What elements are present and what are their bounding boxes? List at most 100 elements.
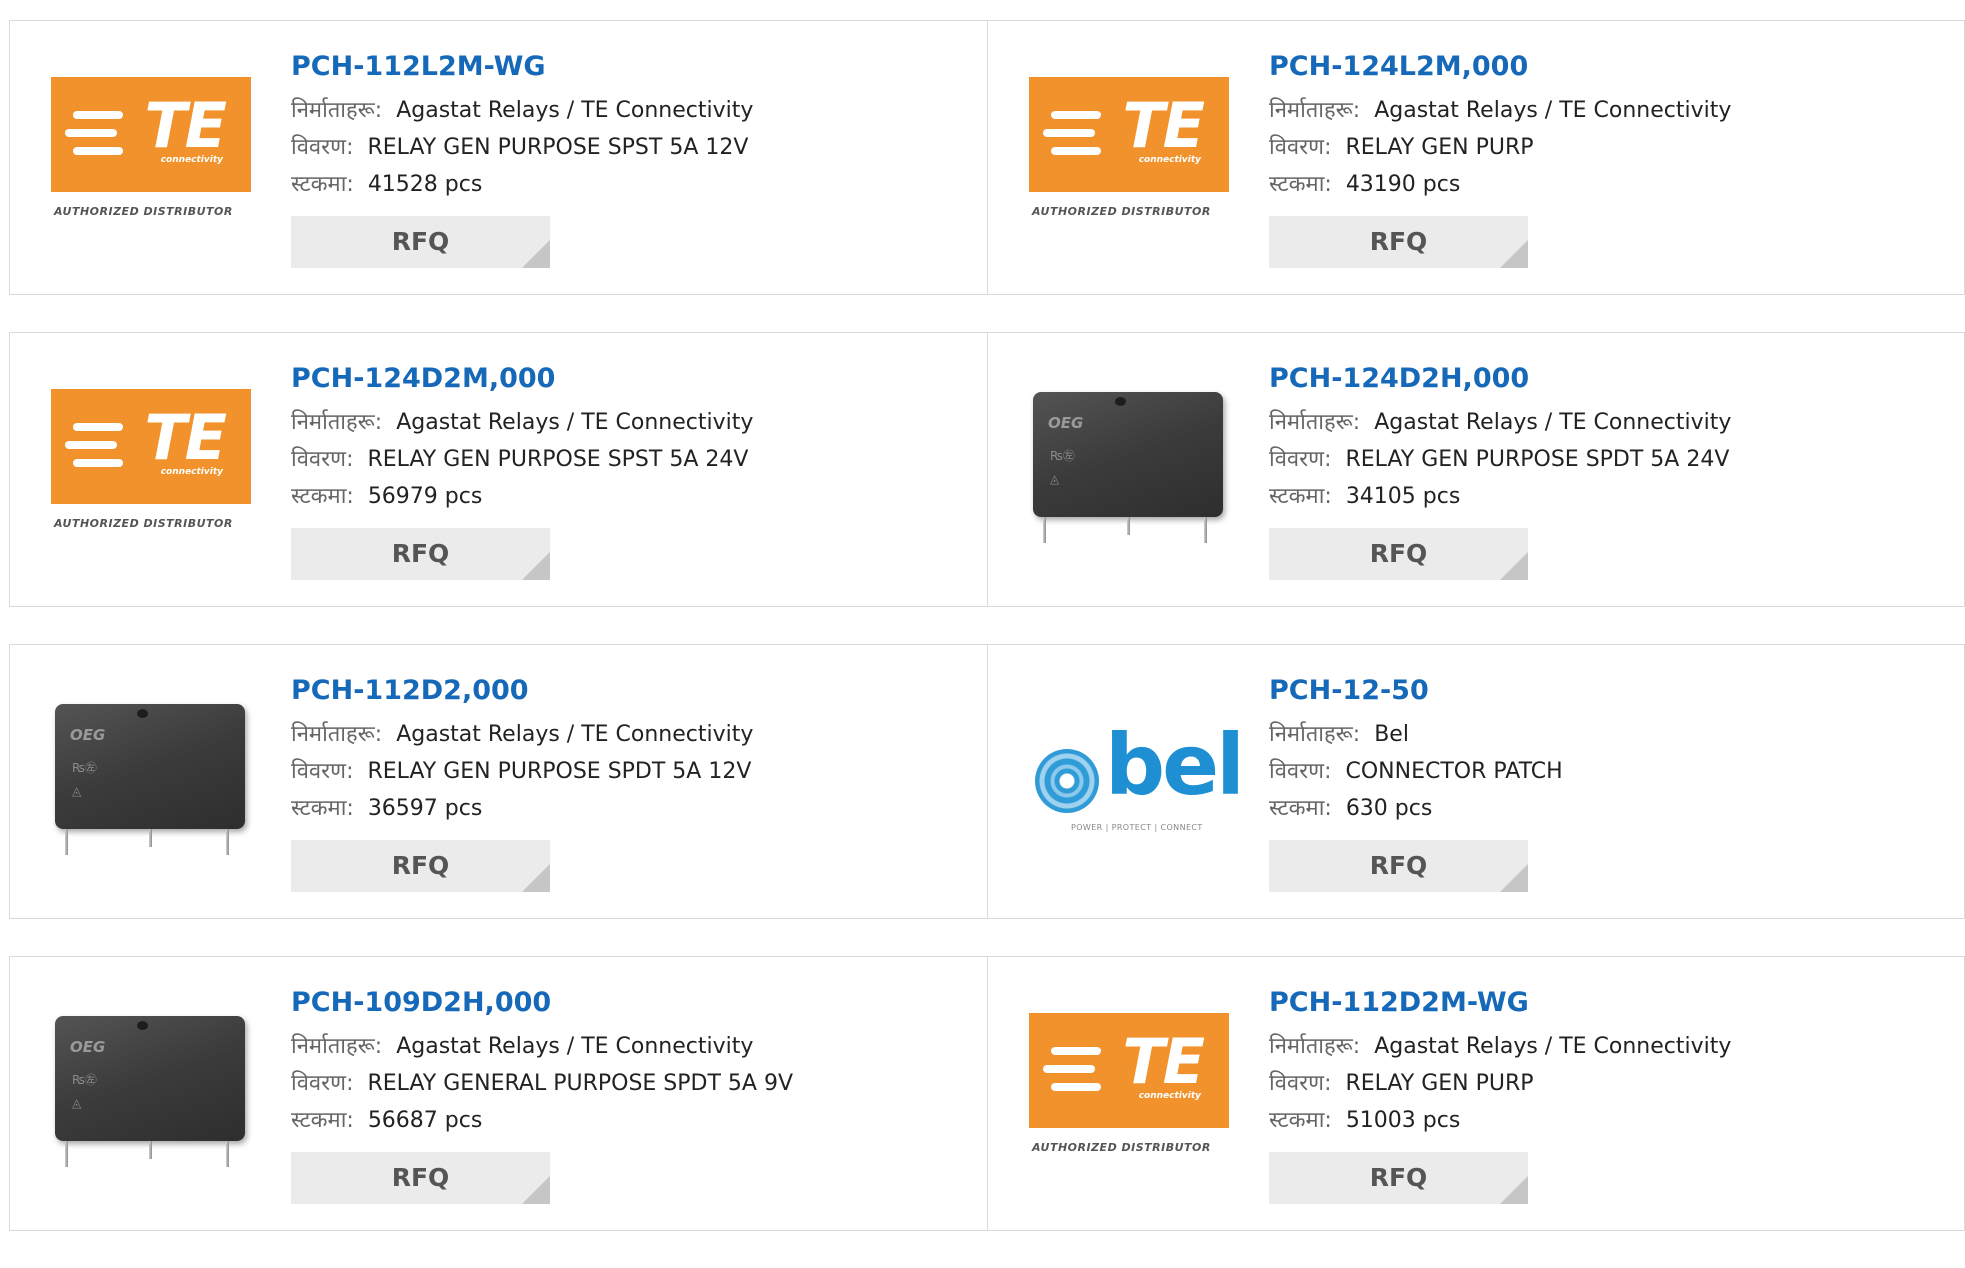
product-image[interactable]: OEG ₨㊧ ◬ bbox=[51, 1013, 251, 1173]
rfq-button[interactable]: RFQ bbox=[1269, 840, 1528, 892]
product-card: TE connectivity AUTHORIZED DISTRIBUTOR P… bbox=[10, 21, 987, 294]
manufacturer-row: निर्माताहरू: Agastat Relays / TE Connecti… bbox=[291, 92, 753, 129]
manufacturer-label: निर्माताहरू: bbox=[1269, 98, 1361, 123]
manufacturer-label: निर्माताहरू: bbox=[291, 1034, 383, 1059]
description-value: RELAY GEN PURPOSE SPDT 5A 12V bbox=[367, 759, 752, 784]
relay-pin bbox=[1043, 517, 1046, 543]
authorized-distributor-label: AUTHORIZED DISTRIBUTOR bbox=[54, 517, 233, 530]
description-value: RELAY GEN PURP bbox=[1345, 135, 1534, 160]
product-title-link[interactable]: PCH-109D2H,000 bbox=[291, 987, 793, 1018]
product-card: TE connectivity AUTHORIZED DISTRIBUTOR P… bbox=[987, 957, 1964, 1230]
product-image[interactable]: TE connectivity AUTHORIZED DISTRIBUTOR bbox=[1029, 1013, 1229, 1173]
product-info: PCH-12-50 निर्माताहरू: Bel विवरण: CONNECTO… bbox=[1269, 675, 1563, 892]
corner-triangle-icon bbox=[522, 240, 550, 268]
stock-label: स्टकमा: bbox=[291, 172, 354, 197]
relay-hole bbox=[1115, 397, 1126, 406]
relay-pin bbox=[65, 1141, 68, 1167]
stock-value: 51003 pcs bbox=[1345, 1108, 1461, 1133]
product-title-link[interactable]: PCH-124D2M,000 bbox=[291, 363, 753, 394]
product-info: PCH-124D2M,000 निर्माताहरू: Agastat Relay… bbox=[291, 363, 753, 580]
relay-cert-icon: ◬ bbox=[1050, 472, 1060, 486]
te-logo-box: TE connectivity bbox=[1029, 1013, 1229, 1128]
corner-triangle-icon bbox=[1500, 240, 1528, 268]
rfq-button[interactable]: RFQ bbox=[291, 1152, 550, 1204]
rfq-label: RFQ bbox=[391, 227, 450, 256]
te-logo-box: TE connectivity bbox=[51, 77, 251, 192]
description-value: RELAY GENERAL PURPOSE SPDT 5A 9V bbox=[367, 1071, 793, 1096]
description-label: विवरण: bbox=[1269, 759, 1332, 784]
manufacturer-label: निर्माताहरू: bbox=[291, 410, 383, 435]
product-image[interactable]: OEG ₨㊧ ◬ bbox=[1029, 389, 1229, 549]
description-label: विवरण: bbox=[1269, 1071, 1332, 1096]
relay-brand: OEG bbox=[70, 1038, 106, 1056]
te-logo-text: TE bbox=[1122, 1025, 1205, 1098]
product-title-link[interactable]: PCH-124L2M,000 bbox=[1269, 51, 1731, 82]
rfq-button[interactable]: RFQ bbox=[1269, 528, 1528, 580]
manufacturer-value: Agastat Relays / TE Connectivity bbox=[396, 722, 754, 747]
relay-cert-mark: ₨㊧ bbox=[72, 761, 97, 775]
product-card: OEG ₨㊧ ◬ PCH-124D2H,000 निर्माताहरू: Agas… bbox=[987, 333, 1964, 606]
product-row: OEG ₨㊧ ◬ PCH-112D2,000 निर्माताहरू: Agast… bbox=[9, 644, 1965, 919]
te-logo-box: TE connectivity bbox=[1029, 77, 1229, 192]
stock-value: 41528 pcs bbox=[367, 172, 483, 197]
description-row: विवरण: RELAY GEN PURP bbox=[1269, 129, 1731, 166]
rfq-button[interactable]: RFQ bbox=[291, 216, 550, 268]
description-row: विवरण: RELAY GEN PURPOSE SPDT 5A 12V bbox=[291, 753, 753, 790]
manufacturer-row: निर्माताहरू: Agastat Relays / TE Connecti… bbox=[291, 1028, 793, 1065]
relay-brand: OEG bbox=[1048, 414, 1084, 432]
stock-value: 36597 pcs bbox=[367, 796, 483, 821]
description-row: विवरण: RELAY GEN PURPOSE SPST 5A 24V bbox=[291, 441, 753, 478]
stock-label: स्टकमा: bbox=[291, 796, 354, 821]
rfq-label: RFQ bbox=[391, 851, 450, 880]
manufacturer-row: निर्माताहरू: Agastat Relays / TE Connecti… bbox=[291, 404, 753, 441]
manufacturer-label: निर्माताहरू: bbox=[1269, 410, 1361, 435]
description-value: RELAY GEN PURPOSE SPDT 5A 24V bbox=[1345, 447, 1730, 472]
manufacturer-row: निर्माताहरू: Agastat Relays / TE Connecti… bbox=[1269, 1028, 1731, 1065]
stock-row: स्टकमा: 41528 pcs bbox=[291, 166, 753, 203]
stock-row: स्टकमा: 34105 pcs bbox=[1269, 478, 1731, 515]
product-image[interactable]: TE connectivity AUTHORIZED DISTRIBUTOR bbox=[51, 389, 251, 549]
stock-row: स्टकमा: 56979 pcs bbox=[291, 478, 753, 515]
relay-cert-mark: ₨㊧ bbox=[1050, 449, 1075, 463]
rfq-button[interactable]: RFQ bbox=[291, 528, 550, 580]
product-image[interactable]: OEG ₨㊧ ◬ bbox=[51, 701, 251, 861]
product-title-link[interactable]: PCH-112D2M-WG bbox=[1269, 987, 1731, 1018]
rfq-button[interactable]: RFQ bbox=[1269, 1152, 1528, 1204]
manufacturer-row: निर्माताहरू: Agastat Relays / TE Connecti… bbox=[1269, 92, 1731, 129]
relay-cert-mark: ₨㊧ bbox=[72, 1073, 97, 1087]
product-image[interactable]: bel POWER | PROTECT | CONNECT bbox=[1029, 701, 1245, 861]
corner-triangle-icon bbox=[522, 552, 550, 580]
product-title-link[interactable]: PCH-112L2M-WG bbox=[291, 51, 753, 82]
manufacturer-row: निर्माताहरू: Agastat Relays / TE Connecti… bbox=[1269, 404, 1731, 441]
manufacturer-value: Agastat Relays / TE Connectivity bbox=[1374, 1034, 1732, 1059]
rfq-button[interactable]: RFQ bbox=[291, 840, 550, 892]
manufacturer-value: Agastat Relays / TE Connectivity bbox=[1374, 410, 1732, 435]
product-title-link[interactable]: PCH-124D2H,000 bbox=[1269, 363, 1731, 394]
relay-body: OEG ₨㊧ ◬ bbox=[55, 1016, 245, 1141]
product-info: PCH-124L2M,000 निर्माताहरू: Agastat Relay… bbox=[1269, 51, 1731, 268]
relay-pin bbox=[149, 1141, 152, 1159]
bel-burst-icon bbox=[1035, 749, 1099, 813]
product-title-link[interactable]: PCH-12-50 bbox=[1269, 675, 1563, 706]
relay-hole bbox=[137, 1021, 148, 1030]
description-row: विवरण: RELAY GENERAL PURPOSE SPDT 5A 9V bbox=[291, 1065, 793, 1102]
relay-pin bbox=[226, 1141, 229, 1167]
product-title-link[interactable]: PCH-112D2,000 bbox=[291, 675, 753, 706]
description-row: विवरण: CONNECTOR PATCH bbox=[1269, 753, 1563, 790]
stock-value: 630 pcs bbox=[1345, 796, 1433, 821]
stock-label: स्टकमा: bbox=[1269, 172, 1332, 197]
rfq-label: RFQ bbox=[391, 1163, 450, 1192]
rfq-button[interactable]: RFQ bbox=[1269, 216, 1528, 268]
bel-tagline: POWER | PROTECT | CONNECT bbox=[1071, 823, 1203, 832]
product-image[interactable]: TE connectivity AUTHORIZED DISTRIBUTOR bbox=[51, 77, 251, 237]
manufacturer-label: निर्माताहरू: bbox=[1269, 1034, 1361, 1059]
manufacturer-value: Agastat Relays / TE Connectivity bbox=[396, 1034, 754, 1059]
rfq-label: RFQ bbox=[1369, 1163, 1428, 1192]
stock-label: स्टकमा: bbox=[1269, 1108, 1332, 1133]
relay-brand: OEG bbox=[70, 726, 106, 744]
manufacturer-label: निर्माताहरू: bbox=[291, 98, 383, 123]
relay-pin bbox=[226, 829, 229, 855]
product-image[interactable]: TE connectivity AUTHORIZED DISTRIBUTOR bbox=[1029, 77, 1229, 237]
description-label: विवरण: bbox=[291, 447, 354, 472]
stock-row: स्टकमा: 630 pcs bbox=[1269, 790, 1563, 827]
